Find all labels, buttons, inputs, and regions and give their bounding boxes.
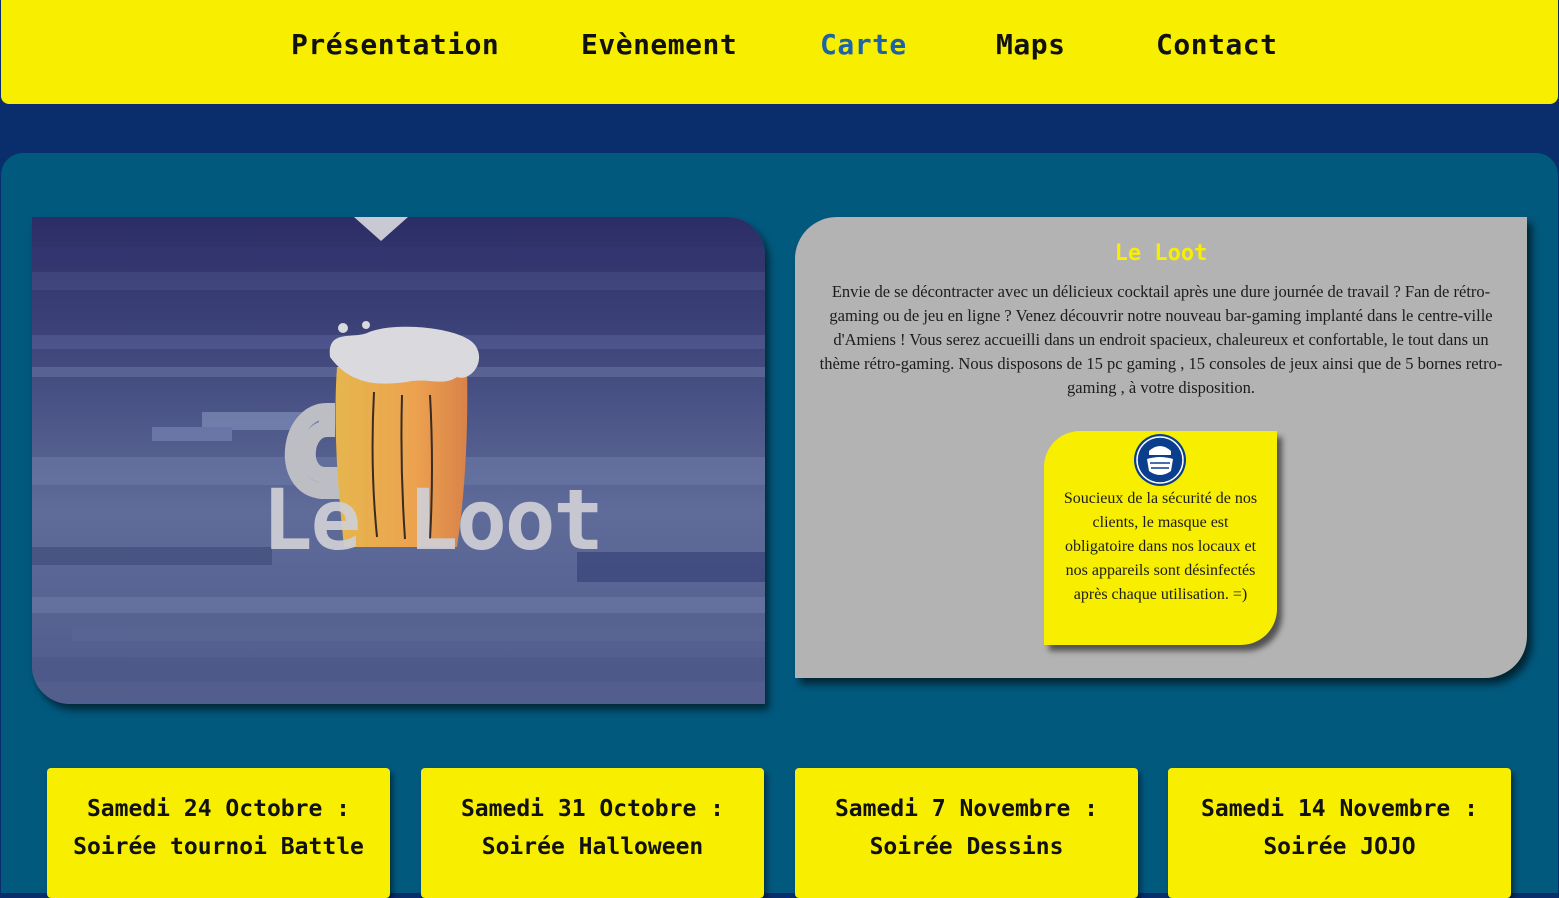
event-title: Soirée JOJO <box>1263 834 1416 860</box>
event-title: Soirée Dessins <box>869 834 1064 860</box>
top-navbar: Présentation Evènement Carte Maps Contac… <box>1 0 1558 104</box>
event-title: Soirée tournoi Battle <box>73 834 364 860</box>
event-date: Samedi 31 Octobre : <box>460 796 725 822</box>
face-mask-icon <box>1134 434 1186 486</box>
event-date: Samedi 7 Novembre : <box>834 796 1099 822</box>
about-description: Envie de se décontracter avec un délicie… <box>819 282 1503 397</box>
event-date: Samedi 24 Octobre : <box>86 796 351 822</box>
event-card[interactable]: Samedi 31 Octobre : Soirée Halloween <box>421 768 764 898</box>
nav-link-carte[interactable]: Carte <box>820 28 907 61</box>
nav-link-presentation[interactable]: Présentation <box>291 28 499 61</box>
event-card[interactable]: Samedi 14 Novembre : Soirée JOJO <box>1168 768 1511 898</box>
about-card: Le Loot Envie de se décontracter avec un… <box>795 217 1527 678</box>
event-card[interactable]: Samedi 7 Novembre : Soirée Dessins <box>795 768 1138 898</box>
about-title: Le Loot <box>1114 241 1208 266</box>
nav-link-maps[interactable]: Maps <box>996 28 1065 61</box>
hero-logo-text: Le Loot <box>262 471 602 569</box>
nav-link-evenement[interactable]: Evènement <box>581 28 737 61</box>
event-card[interactable]: Samedi 24 Octobre : Soirée tournoi Battl… <box>47 768 390 898</box>
mask-notice-text: Soucieux de la sécurité de nos clients, … <box>1063 490 1258 603</box>
nav-link-contact[interactable]: Contact <box>1156 28 1278 61</box>
event-title: Soirée Halloween <box>481 834 704 860</box>
mask-notice-card: Soucieux de la sécurité de nos clients, … <box>1044 431 1277 645</box>
hero-logo-image: Le Loot <box>32 217 765 704</box>
event-date: Samedi 14 Novembre : <box>1201 796 1478 822</box>
